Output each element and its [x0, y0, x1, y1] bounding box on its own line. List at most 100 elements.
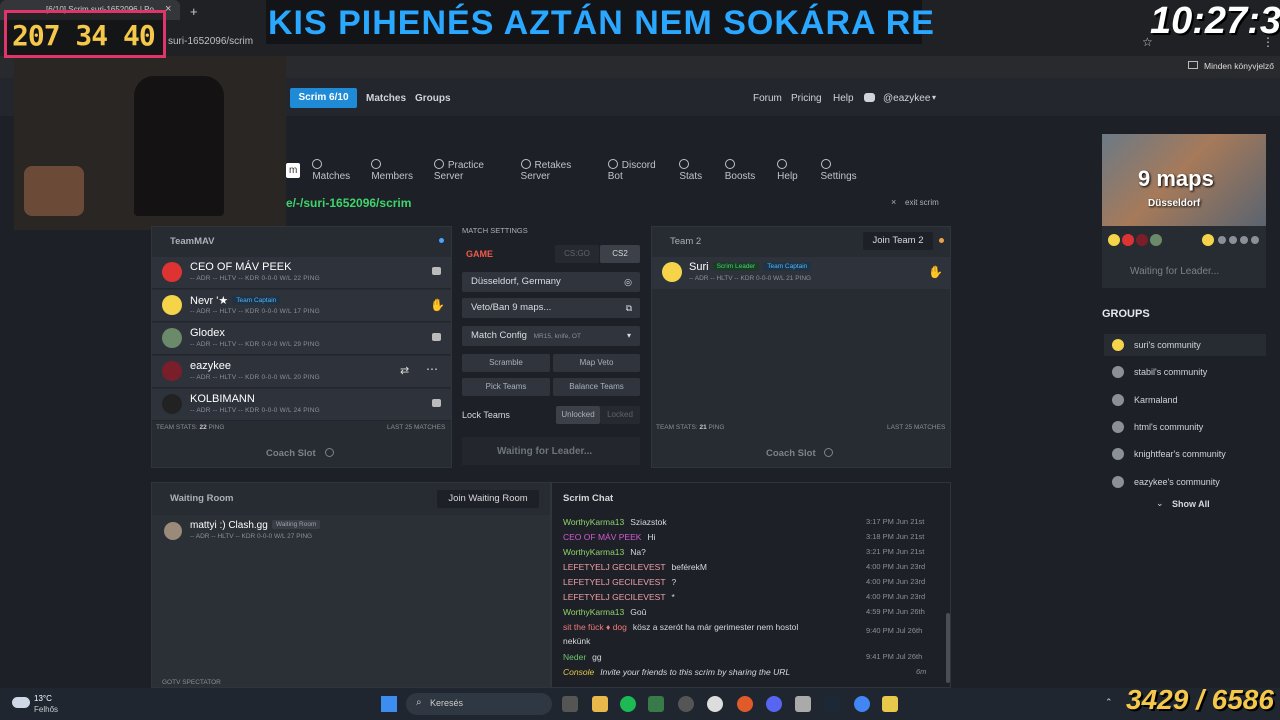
show-all-groups[interactable]: Show All — [1172, 499, 1210, 509]
join-team2-button[interactable]: Join Team 2 — [863, 232, 933, 250]
nav-matches[interactable]: Matches — [366, 93, 406, 104]
subnav-settings[interactable]: Settings — [820, 158, 866, 182]
player-row[interactable]: Glodex -- ADR -- HLTV -- KDR 0-0-0 W/L 2… — [152, 323, 451, 355]
group-item[interactable]: knightfear's community — [1104, 443, 1266, 465]
chat-message: WorthyKarma13 Sziazstok 3:17 PM Jun 21st — [563, 517, 925, 527]
team1-coach-slot[interactable]: Coach Slot — [266, 448, 316, 459]
file-explorer-icon[interactable] — [592, 696, 608, 712]
group-item[interactable]: html's community — [1104, 416, 1266, 438]
nav-groups[interactable]: Groups — [415, 93, 451, 104]
chevron-up-icon[interactable]: ⌃ — [1105, 697, 1113, 708]
nav-pricing[interactable]: Pricing — [791, 93, 822, 104]
subnav-practice[interactable]: Practice Server — [433, 158, 509, 182]
player-row[interactable]: CEO OF MÁV PEEK -- ADR -- HLTV -- KDR 0-… — [152, 257, 451, 289]
cs2-toggle[interactable]: CS2 — [600, 245, 640, 263]
headset-icon — [325, 448, 334, 457]
score-overlay: 3429 / 6586 — [1126, 684, 1274, 715]
subnav-discord[interactable]: Discord Bot — [607, 158, 668, 182]
waiting-list — [152, 515, 550, 687]
app-icon[interactable] — [882, 696, 898, 712]
address-bar[interactable]: suri-1652096/scrim — [168, 36, 253, 47]
join-waiting-room-button[interactable]: Join Waiting Room — [437, 490, 539, 508]
scrim-leader-badge: Scrim Leader — [712, 262, 760, 271]
group-item[interactable]: Karmaland — [1104, 389, 1266, 411]
group-item[interactable]: stabil's community — [1104, 361, 1266, 383]
player-row[interactable]: Suri Scrim Leader Team Captain -- ADR -- H… — [652, 257, 950, 289]
avatar — [662, 262, 682, 282]
avatar — [162, 262, 182, 282]
user-menu[interactable]: @eazykee — [883, 93, 930, 104]
team-captain-badge: Team Captain — [763, 262, 812, 271]
avatar — [164, 522, 182, 540]
avatar — [162, 328, 182, 348]
player-name: Suri Scrim Leader Team Captain — [689, 261, 812, 273]
avatar — [1136, 234, 1148, 246]
chrome-icon[interactable] — [854, 696, 870, 712]
app-icon[interactable] — [678, 696, 694, 712]
subnav-stats[interactable]: Stats — [679, 158, 712, 182]
player-name: mattyi :) Clash.gg Waiting Room — [190, 520, 321, 531]
discord-icon — [432, 399, 441, 407]
locked-toggle[interactable]: Locked — [600, 406, 640, 424]
unlocked-toggle[interactable]: Unlocked — [556, 406, 600, 424]
boost-icon — [724, 158, 735, 169]
gotv-spectator[interactable]: GOTV SPECTATOR — [162, 679, 221, 686]
chevron-down-icon[interactable]: ▾ — [932, 93, 936, 102]
player-row[interactable]: Nevr '★ Team Captain -- ADR -- HLTV -- KD… — [152, 290, 451, 322]
balance-teams-button[interactable]: Balance Teams — [553, 378, 640, 396]
veto-select[interactable]: Veto/Ban 9 maps... ⧉ — [462, 298, 640, 318]
calculator-icon[interactable] — [795, 696, 811, 712]
task-view-icon[interactable] — [562, 696, 578, 712]
pick-teams-button[interactable]: Pick Teams — [462, 378, 550, 396]
taskbar-search[interactable]: ⌕ Keresés — [406, 693, 552, 715]
subnav-boosts[interactable]: Boosts — [724, 158, 765, 182]
player-stats: -- ADR -- HLTV -- KDR 0-0-0 W/L 29 PING — [190, 341, 320, 348]
discord-icon[interactable] — [766, 696, 782, 712]
chat-scrollbar[interactable] — [946, 613, 950, 683]
target-icon — [520, 158, 531, 169]
subnav-matches[interactable]: Matches — [312, 158, 359, 182]
player-row[interactable]: eazykee -- ADR -- HLTV -- KDR 0-0-0 W/L … — [152, 356, 451, 388]
subnav-members[interactable]: Members — [371, 158, 422, 182]
spotify-icon[interactable] — [620, 696, 636, 712]
exit-scrim-link[interactable]: exit scrim — [905, 198, 939, 207]
lock-teams-label: Lock Teams — [462, 410, 510, 420]
nav-forum[interactable]: Forum — [753, 93, 782, 104]
sliders-icon — [820, 158, 831, 169]
team2-coach-slot[interactable]: Coach Slot — [766, 448, 816, 459]
search-icon: ⌕ — [416, 697, 422, 708]
windows-start-icon[interactable] — [381, 696, 397, 712]
swap-icon[interactable]: ⇄ — [400, 364, 409, 377]
chat-message: CEO OF MÁV PEEK Hi 3:18 PM Jun 21st — [563, 532, 925, 542]
steam-icon[interactable] — [824, 696, 840, 712]
scramble-button[interactable]: Scramble — [462, 354, 550, 372]
game-label: GAME — [466, 249, 493, 259]
exit-icon[interactable]: × — [891, 197, 896, 207]
waiting-room-badge: Waiting Room — [271, 520, 321, 529]
player-row[interactable]: KOLBIMANN -- ADR -- HLTV -- KDR 0-0-0 W/… — [152, 389, 451, 421]
subnav-retakes[interactable]: Retakes Server — [520, 158, 596, 182]
subnav-help[interactable]: Help — [777, 158, 808, 182]
copy-icon: ⧉ — [625, 303, 632, 313]
group-item[interactable]: suri's community — [1104, 334, 1266, 356]
nav-help[interactable]: Help — [833, 93, 854, 104]
discord-icon[interactable] — [864, 93, 875, 102]
more-icon[interactable]: ⋯ — [426, 362, 438, 376]
app-icon[interactable] — [707, 696, 723, 712]
csgo-toggle[interactable]: CS:GO — [555, 245, 599, 263]
weather-text: Felhős — [34, 705, 59, 714]
avatar — [1108, 234, 1120, 246]
subnav-active[interactable]: m — [286, 162, 301, 178]
location-select[interactable]: Düsseldorf, Germany ◎ — [462, 272, 640, 292]
map-veto-button[interactable]: Map Veto — [553, 354, 640, 372]
match-config-select[interactable]: Match Config MR15, knife, OT ▾ — [462, 326, 640, 346]
group-item[interactable]: eazykee's community — [1104, 471, 1266, 493]
scrim-pill-button[interactable]: Scrim 6/10 — [290, 88, 357, 108]
new-tab-icon[interactable]: + — [190, 4, 198, 19]
status-dot — [439, 238, 444, 243]
discord-icon — [432, 267, 441, 275]
player-name: Nevr '★ Team Captain — [190, 294, 281, 307]
all-bookmarks[interactable]: Minden könyvjelző — [1204, 61, 1274, 71]
app-icon[interactable] — [737, 696, 753, 712]
terminal-icon[interactable] — [648, 696, 664, 712]
